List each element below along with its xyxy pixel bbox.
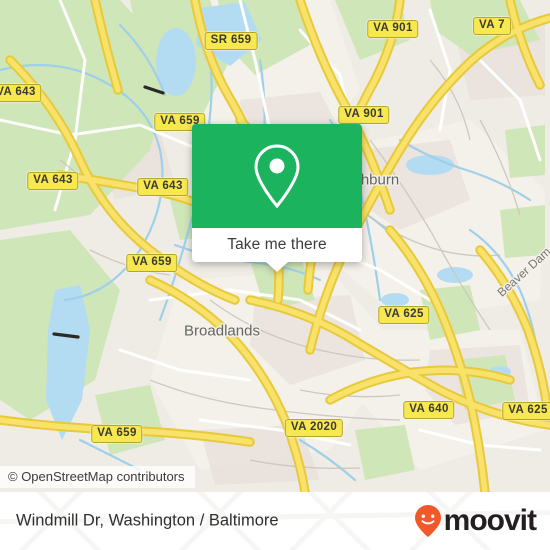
road-shield: VA 901 xyxy=(367,20,419,38)
destination-popup-card[interactable]: Take me there xyxy=(192,124,362,272)
moovit-logo[interactable]: moovit xyxy=(413,504,537,538)
location-title: Windmill Dr, Washington / Baltimore xyxy=(16,511,279,530)
road-shield: VA 659 xyxy=(91,425,143,443)
road-shield: VA 901 xyxy=(338,106,390,124)
moovit-pin-icon xyxy=(414,505,441,537)
road-shield: VA 7 xyxy=(473,17,511,35)
road-shield: VA 2020 xyxy=(284,419,344,437)
map-canvas[interactable]: SR 659 VA 901 VA 7 VA 643 VA 659 VA 901 VA 643… xyxy=(0,0,550,492)
map-attribution[interactable]: © OpenStreetMap contributors xyxy=(0,466,195,488)
popup-pointer-tail xyxy=(266,262,288,272)
place-label: Beaver Dam xyxy=(494,244,550,300)
popup-cta[interactable]: Take me there xyxy=(192,228,362,262)
road-shield: VA 643 xyxy=(0,84,42,102)
road-shield: VA 640 xyxy=(403,401,455,419)
location-pin-icon xyxy=(254,144,300,209)
road-shield: VA 643 xyxy=(137,178,189,196)
road-shield: VA 643 xyxy=(27,172,79,190)
moovit-wordmark: moovit xyxy=(443,504,537,537)
road-shield: VA 659 xyxy=(126,254,178,272)
bottom-bar: Windmill Dr, Washington / Baltimore moov… xyxy=(0,492,550,550)
road-shield: SR 659 xyxy=(204,32,258,50)
popup-cta-label: Take me there xyxy=(227,236,327,253)
map-attribution-label: © OpenStreetMap contributors xyxy=(8,469,185,484)
place-label: Broadlands xyxy=(184,322,260,340)
moovit-map-screen: SR 659 VA 901 VA 7 VA 643 VA 659 VA 901 VA 643… xyxy=(0,0,550,550)
popup-illustration xyxy=(192,124,362,228)
road-shield: VA 625 xyxy=(502,402,550,420)
place-label: hburn xyxy=(360,171,400,189)
road-shield: VA 625 xyxy=(378,306,430,324)
